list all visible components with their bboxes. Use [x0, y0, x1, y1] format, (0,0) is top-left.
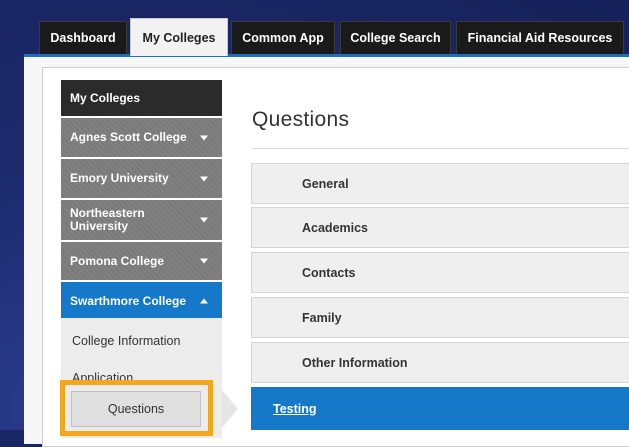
tab-common-app[interactable]: Common App: [231, 21, 335, 54]
chevron-down-icon: [200, 258, 208, 264]
section-other-information[interactable]: Other Information: [251, 342, 629, 383]
section-academics[interactable]: Academics: [251, 207, 629, 248]
chevron-down-icon: [200, 135, 208, 140]
tab-college-search[interactable]: College Search: [340, 21, 451, 54]
chevron-down-icon: [200, 217, 208, 223]
sidebar-item-northeastern-university[interactable]: Northeastern University: [61, 200, 222, 242]
title-divider: [252, 148, 629, 149]
sidebar-sub-item-college-information[interactable]: College Information: [72, 334, 180, 348]
section-general[interactable]: General: [251, 163, 629, 204]
chevron-down-icon: [200, 176, 208, 181]
tab-my-colleges[interactable]: My Colleges: [130, 18, 228, 56]
selection-pointer: [222, 390, 238, 428]
top-tab-bar: Dashboard My Colleges Common App College…: [39, 18, 629, 56]
sidebar-item-swarthmore-college[interactable]: Swarthmore College: [61, 282, 222, 320]
sidebar-item-pomona-college[interactable]: Pomona College: [61, 242, 222, 282]
tab-dashboard[interactable]: Dashboard: [39, 21, 127, 54]
section-testing[interactable]: Testing: [251, 387, 629, 430]
sidebar-item-agnes-scott-college[interactable]: Agnes Scott College: [61, 118, 222, 159]
section-contacts[interactable]: Contacts: [251, 252, 629, 293]
sidebar-item-emory-university[interactable]: Emory University: [61, 159, 222, 200]
highlight-box: [60, 380, 213, 436]
chevron-up-icon: [200, 298, 208, 304]
section-family[interactable]: Family: [251, 297, 629, 338]
sidebar-header-my-colleges[interactable]: My Colleges: [61, 80, 222, 118]
tab-financial-aid-resources[interactable]: Financial Aid Resources: [456, 21, 624, 54]
page-title: Questions: [252, 108, 350, 131]
